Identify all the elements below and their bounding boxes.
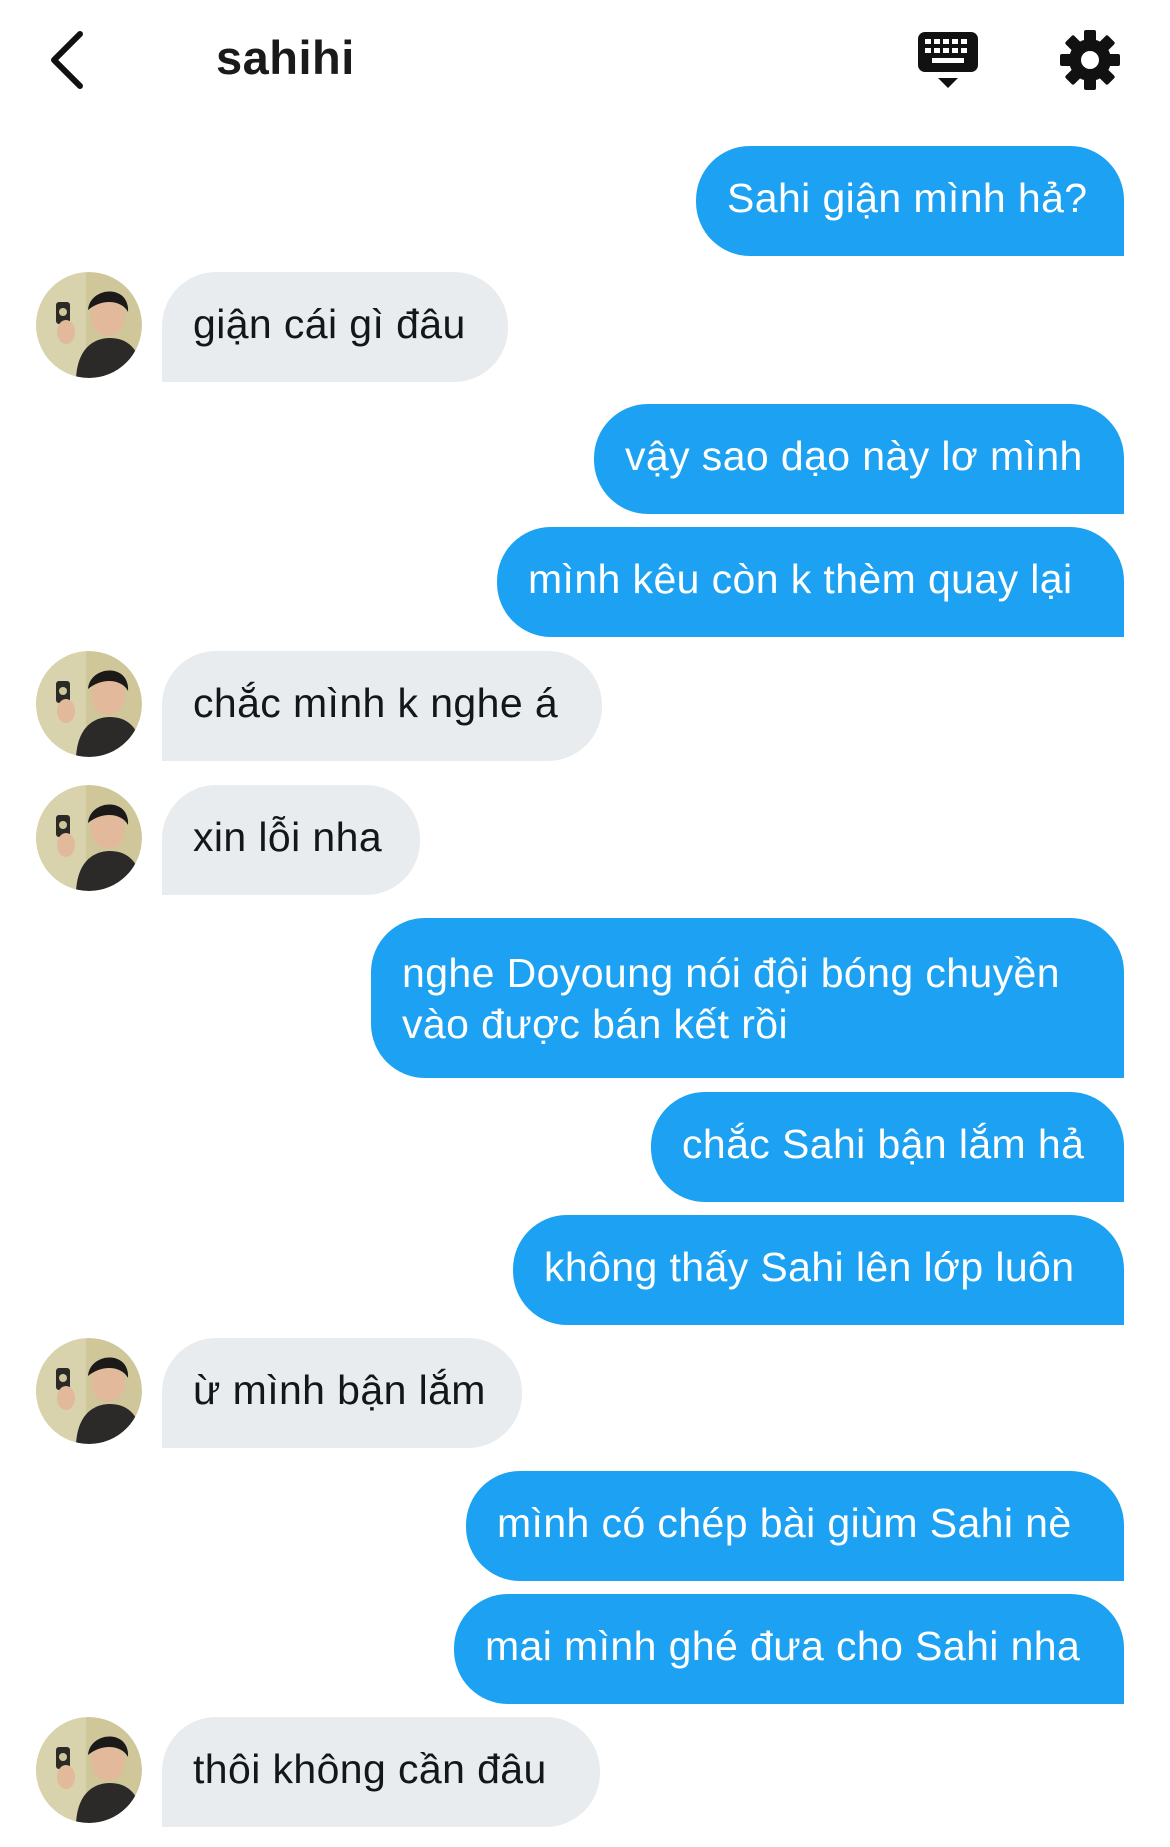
- received-message[interactable]: xin lỗi nha: [162, 785, 420, 895]
- avatar[interactable]: [36, 272, 142, 378]
- sent-message[interactable]: không thấy Sahi lên lớp luôn: [513, 1215, 1124, 1325]
- sent-message[interactable]: mình có chép bài giùm Sahi nè: [466, 1471, 1124, 1581]
- avatar[interactable]: [36, 1717, 142, 1823]
- sent-message[interactable]: mình kêu còn k thèm quay lại: [497, 527, 1124, 637]
- avatar[interactable]: [36, 785, 142, 891]
- message-list: Sahi giận mình hả? giận cái gì đâu vậy s…: [0, 0, 1170, 1847]
- sent-message[interactable]: chắc Sahi bận lắm hả: [651, 1092, 1124, 1202]
- received-message[interactable]: thôi không cần đâu: [162, 1717, 600, 1827]
- avatar[interactable]: [36, 651, 142, 757]
- received-message[interactable]: giận cái gì đâu: [162, 272, 508, 382]
- avatar[interactable]: [36, 1338, 142, 1444]
- received-message[interactable]: ừ mình bận lắm: [162, 1338, 522, 1448]
- sent-message[interactable]: nghe Doyoung nói đội bóng chuyền vào đượ…: [371, 918, 1124, 1078]
- received-message[interactable]: chắc mình k nghe á: [162, 651, 602, 761]
- sent-message[interactable]: vậy sao dạo này lơ mình: [594, 404, 1124, 514]
- sent-message[interactable]: mai mình ghé đưa cho Sahi nha: [454, 1594, 1124, 1704]
- sent-message[interactable]: Sahi giận mình hả?: [696, 146, 1124, 256]
